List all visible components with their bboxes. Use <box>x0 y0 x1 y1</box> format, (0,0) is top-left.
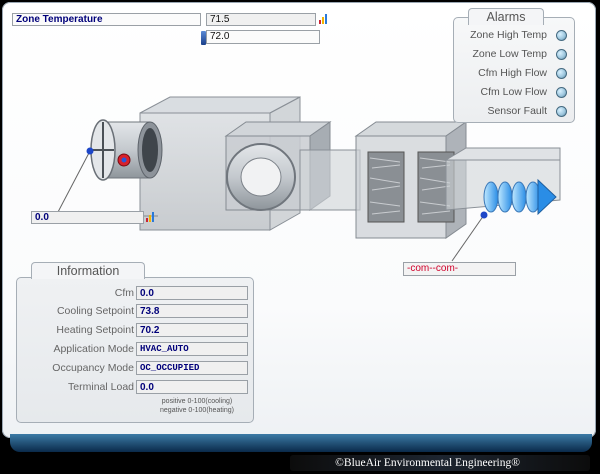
outlet-duct-top <box>444 147 561 161</box>
info-value-heating-setpoint: 70.2 <box>136 323 248 337</box>
alarm-label: Zone High Temp <box>470 29 547 41</box>
info-value-cfm: 0.0 <box>136 286 248 300</box>
info-label-occupancy-mode: Occupancy Mode <box>52 362 134 374</box>
alarm-label: Zone Low Temp <box>472 48 547 60</box>
app-window: Zone Temperature 71.5 72.0 0.0 -com--com… <box>0 0 600 474</box>
terminal-load-note-heating: negative 0-100(heating) <box>160 407 234 414</box>
information-title: Information <box>31 262 145 279</box>
alarm-indicator-icon <box>556 30 567 41</box>
discharge-sensor-dot <box>480 211 488 219</box>
alarms-title: Alarms <box>468 8 544 25</box>
info-value-terminal-load: 0.0 <box>136 380 248 394</box>
info-label-cooling-setpoint: Cooling Setpoint <box>56 305 134 317</box>
info-label-cfm: Cfm <box>114 287 134 299</box>
alarm-zone-low-temp: Zone Low Temp <box>472 48 567 62</box>
alarm-cfm-high-flow: Cfm High Flow <box>478 67 567 81</box>
alarm-indicator-icon <box>556 106 567 117</box>
alarm-sensor-fault: Sensor Fault <box>487 105 567 119</box>
alarm-indicator-icon <box>556 49 567 60</box>
info-value-application-mode: HVAC_AUTO <box>136 342 248 356</box>
inlet-damper <box>90 119 163 181</box>
damper-leader-line <box>57 150 91 213</box>
info-label-heating-setpoint: Heating Setpoint <box>56 324 134 336</box>
alarm-label: Cfm Low Flow <box>480 86 547 98</box>
info-label-application-mode: Application Mode <box>53 343 134 355</box>
copyright-text: ©BlueAir Environmental Engineering® <box>335 457 520 469</box>
connector-duct <box>299 149 361 211</box>
damper-trend-icon[interactable] <box>146 212 156 222</box>
fan-wheel-inner <box>240 157 282 197</box>
info-value-occupancy-mode: OC_OCCUPIED <box>136 361 248 375</box>
footer-bar: ©BlueAir Environmental Engineering® <box>290 455 590 471</box>
alarm-zone-high-temp: Zone High Temp <box>470 29 567 43</box>
alarm-indicator-icon <box>556 68 567 79</box>
bottom-accent-bar <box>10 434 592 452</box>
terminal-load-note-cooling: positive 0-100(cooling) <box>161 398 233 405</box>
info-label-terminal-load: Terminal Load <box>68 381 134 393</box>
alarm-indicator-icon <box>556 87 567 98</box>
alarm-label: Cfm High Flow <box>478 67 547 79</box>
damper-position-value: 0.0 <box>31 211 144 224</box>
info-value-cooling-setpoint: 73.8 <box>136 304 248 318</box>
alarm-cfm-low-flow: Cfm Low Flow <box>480 86 567 100</box>
communication-status: -com--com- <box>403 262 516 276</box>
damper-sensor-dot <box>86 147 94 155</box>
